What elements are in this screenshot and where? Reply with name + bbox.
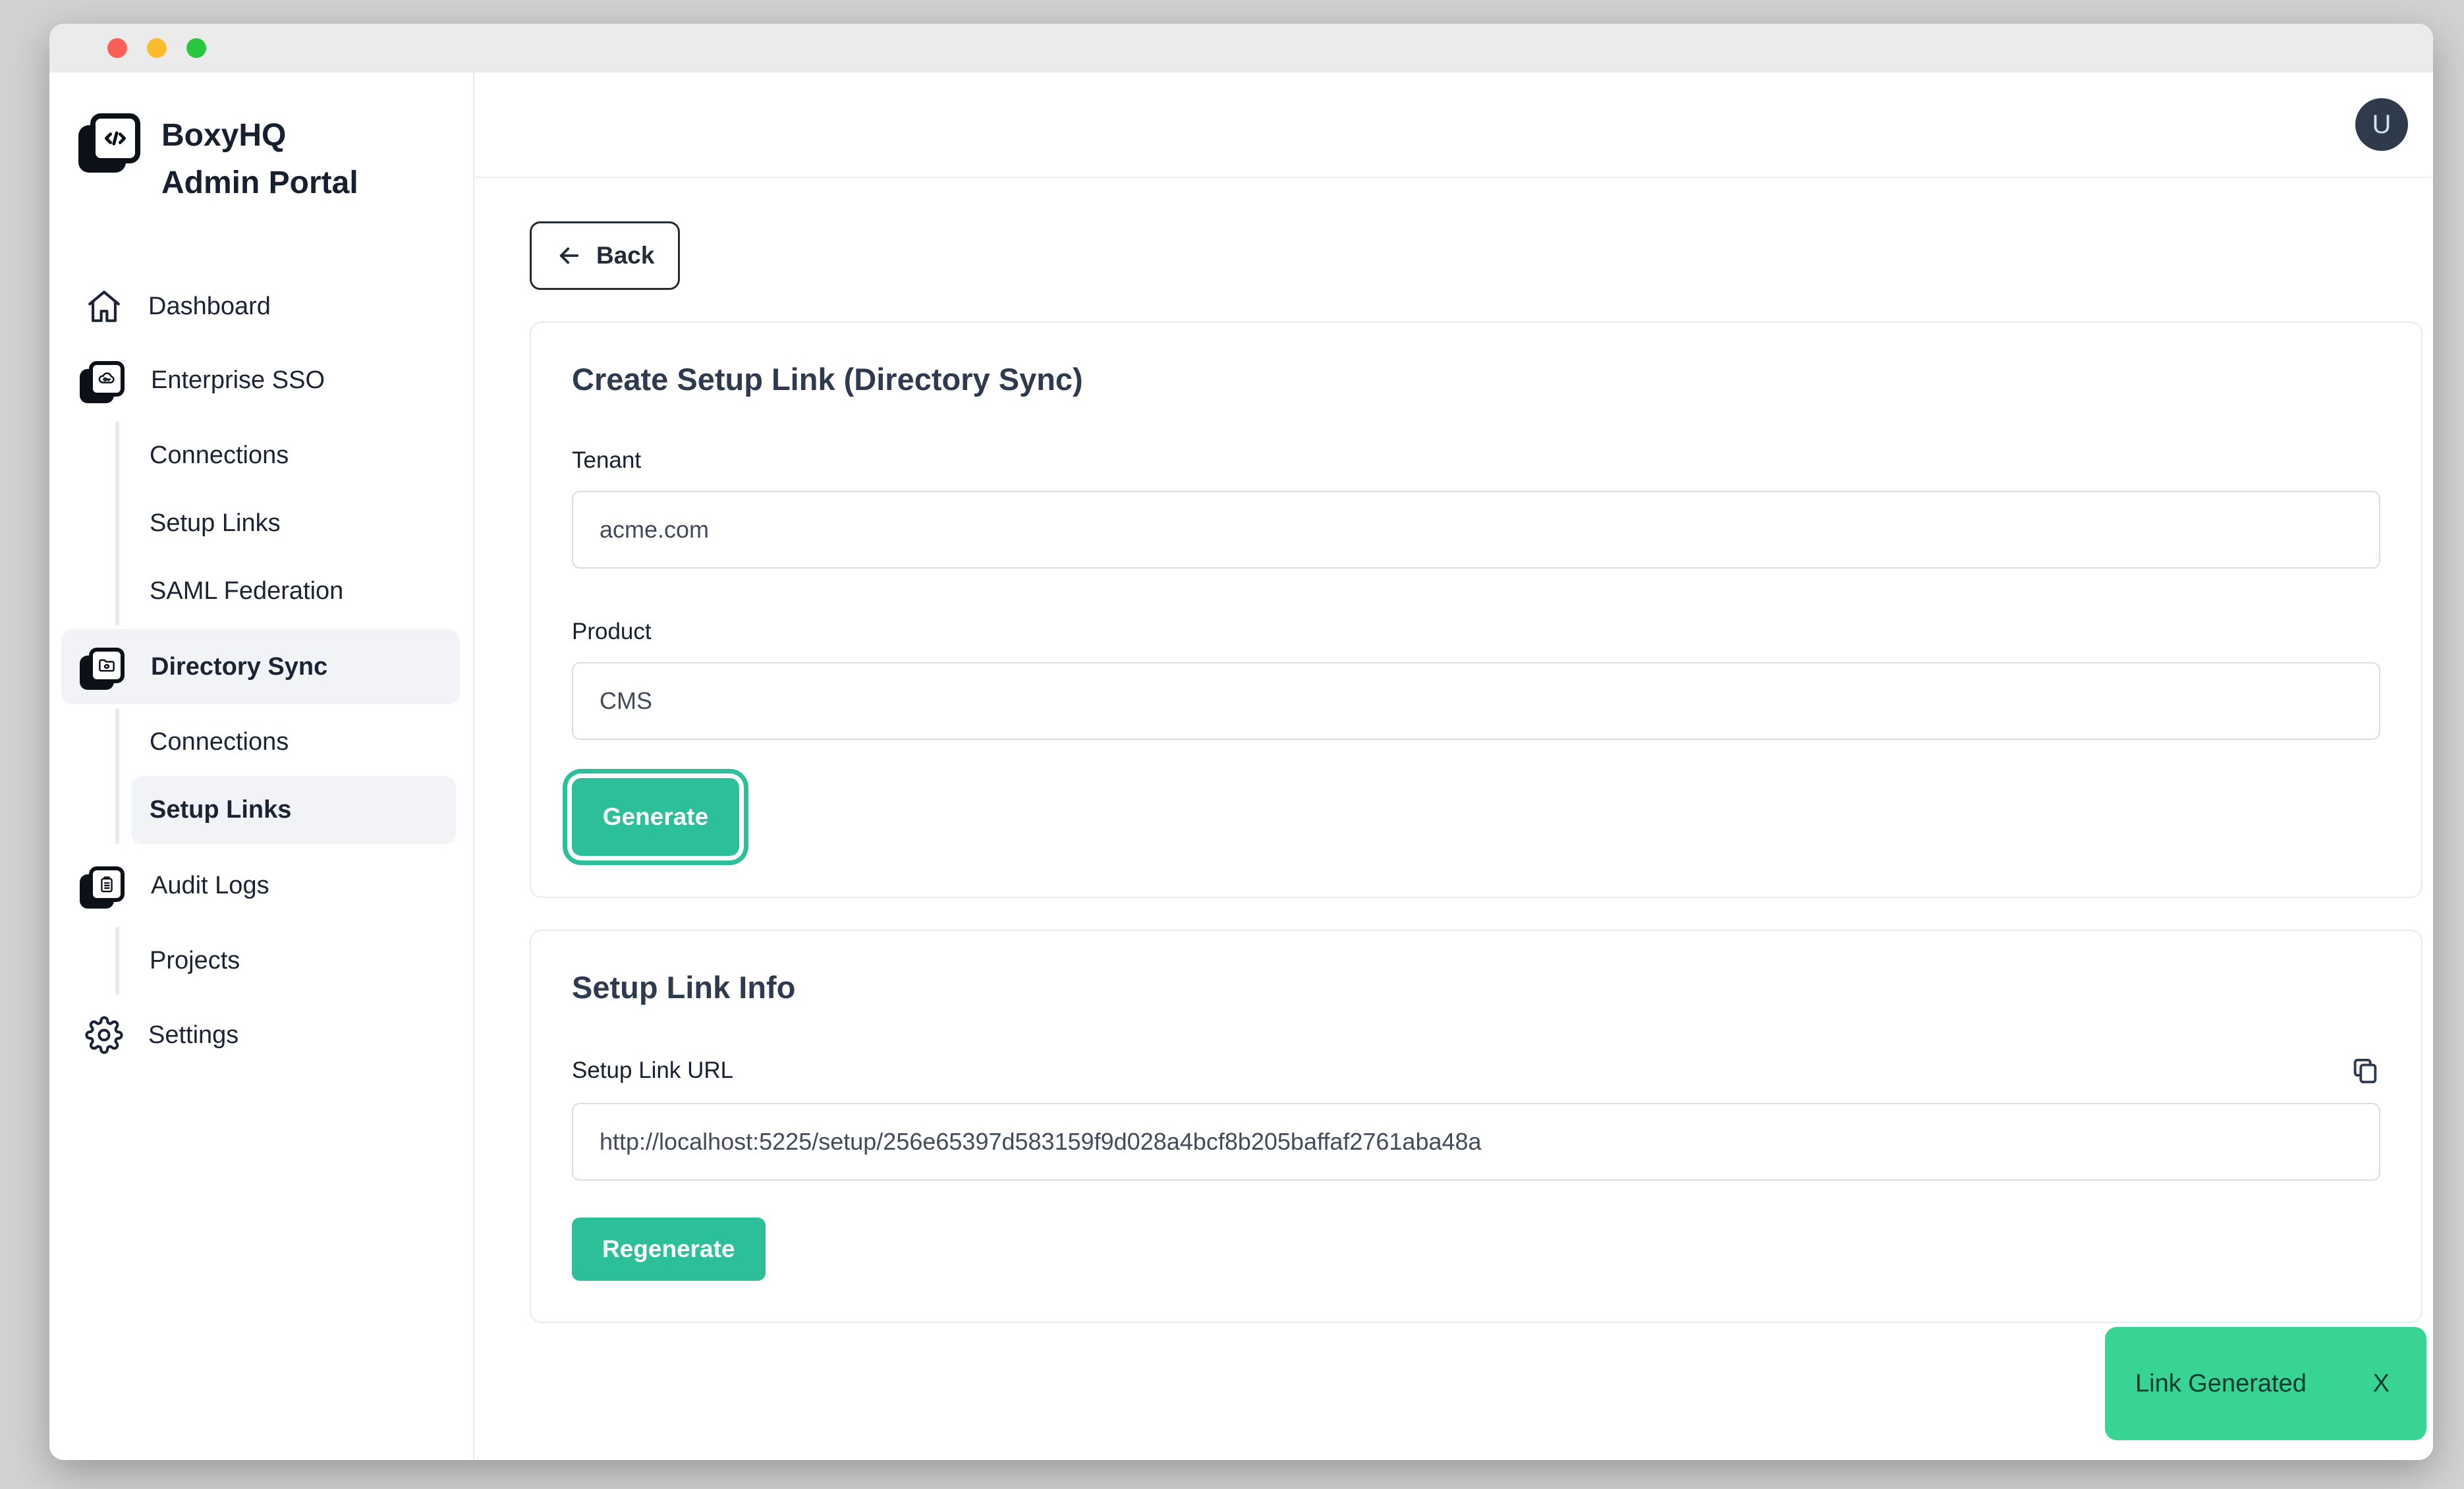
toast-message: Link Generated bbox=[2135, 1370, 2307, 1398]
sidebar-item-dsync-setup-links[interactable]: Setup Links bbox=[131, 776, 456, 844]
sidebar-item-projects[interactable]: Projects bbox=[131, 927, 456, 995]
sidebar: BoxyHQ Admin Portal Dashboard bbox=[49, 72, 474, 1460]
tenant-input[interactable] bbox=[572, 491, 2380, 569]
directory-sync-subnav: Connections Setup Links bbox=[115, 708, 456, 844]
code-keycap-icon bbox=[85, 112, 142, 169]
sso-cloud-key-keycap-icon bbox=[85, 360, 126, 401]
product-input[interactable] bbox=[572, 662, 2380, 740]
app-title: BoxyHQ Admin Portal bbox=[161, 112, 392, 207]
avatar[interactable]: U bbox=[2355, 98, 2408, 151]
setup-link-url-input[interactable] bbox=[572, 1103, 2380, 1181]
create-setup-link-card: Create Setup Link (Directory Sync) Tenan… bbox=[530, 322, 2422, 898]
main-area: U Back Create Setup Link (Directory Sync… bbox=[474, 72, 2433, 1460]
info-card-title: Setup Link Info bbox=[572, 969, 2380, 1005]
directory-folder-sync-keycap-icon bbox=[85, 646, 126, 687]
sidebar-item-saml-federation[interactable]: SAML Federation bbox=[131, 557, 456, 625]
generate-button[interactable]: Generate bbox=[572, 778, 739, 856]
close-window-button[interactable] bbox=[107, 38, 127, 58]
sidebar-item-label: Directory Sync bbox=[151, 653, 327, 681]
tenant-label: Tenant bbox=[572, 447, 2380, 474]
sidebar-item-directory-sync[interactable]: Directory Sync bbox=[61, 629, 460, 704]
sidebar-item-label: Audit Logs bbox=[151, 872, 269, 900]
regenerate-button[interactable]: Regenerate bbox=[572, 1218, 766, 1281]
sidebar-item-dashboard[interactable]: Dashboard bbox=[61, 270, 460, 343]
gear-icon bbox=[85, 1016, 123, 1054]
window-titlebar bbox=[49, 24, 2433, 72]
audit-clipboard-keycap-icon bbox=[85, 865, 126, 906]
arrow-left-icon bbox=[555, 242, 583, 269]
sidebar-item-enterprise-sso[interactable]: Enterprise SSO bbox=[61, 343, 460, 418]
brand: BoxyHQ Admin Portal bbox=[85, 112, 456, 207]
setup-link-info-card: Setup Link Info Setup Link URL Regenerat… bbox=[530, 930, 2422, 1323]
clipboard-copy-icon bbox=[2350, 1055, 2380, 1086]
sidebar-item-settings[interactable]: Settings bbox=[61, 999, 460, 1071]
sidebar-item-label: Enterprise SSO bbox=[151, 366, 325, 395]
content: Back Create Setup Link (Directory Sync) … bbox=[474, 178, 2433, 1460]
sidebar-item-audit-logs[interactable]: Audit Logs bbox=[61, 848, 460, 923]
copy-url-button[interactable] bbox=[2350, 1055, 2380, 1086]
sidebar-item-label: Dashboard bbox=[148, 293, 271, 321]
top-header: U bbox=[474, 72, 2433, 178]
toast-close-button[interactable]: X bbox=[2373, 1370, 2390, 1398]
audit-logs-subnav: Projects bbox=[115, 927, 456, 995]
setup-link-url-label: Setup Link URL bbox=[572, 1057, 733, 1084]
sidebar-nav: Dashboard Enterprise SSO Conne bbox=[85, 270, 456, 1071]
home-icon bbox=[85, 287, 123, 325]
enterprise-sso-subnav: Connections Setup Links SAML Federation bbox=[115, 422, 456, 625]
app-window: BoxyHQ Admin Portal Dashboard bbox=[49, 24, 2433, 1460]
sidebar-item-dsync-connections[interactable]: Connections bbox=[131, 708, 456, 776]
toast-link-generated: Link Generated X bbox=[2105, 1327, 2426, 1440]
sidebar-item-label: Settings bbox=[148, 1021, 238, 1050]
back-button-label: Back bbox=[596, 242, 654, 269]
back-button[interactable]: Back bbox=[530, 221, 680, 290]
maximize-window-button[interactable] bbox=[186, 38, 206, 58]
sidebar-item-sso-connections[interactable]: Connections bbox=[131, 422, 456, 490]
create-card-title: Create Setup Link (Directory Sync) bbox=[572, 361, 2380, 397]
sidebar-item-sso-setup-links[interactable]: Setup Links bbox=[131, 490, 456, 557]
minimize-window-button[interactable] bbox=[147, 38, 167, 58]
product-label: Product bbox=[572, 619, 2380, 645]
